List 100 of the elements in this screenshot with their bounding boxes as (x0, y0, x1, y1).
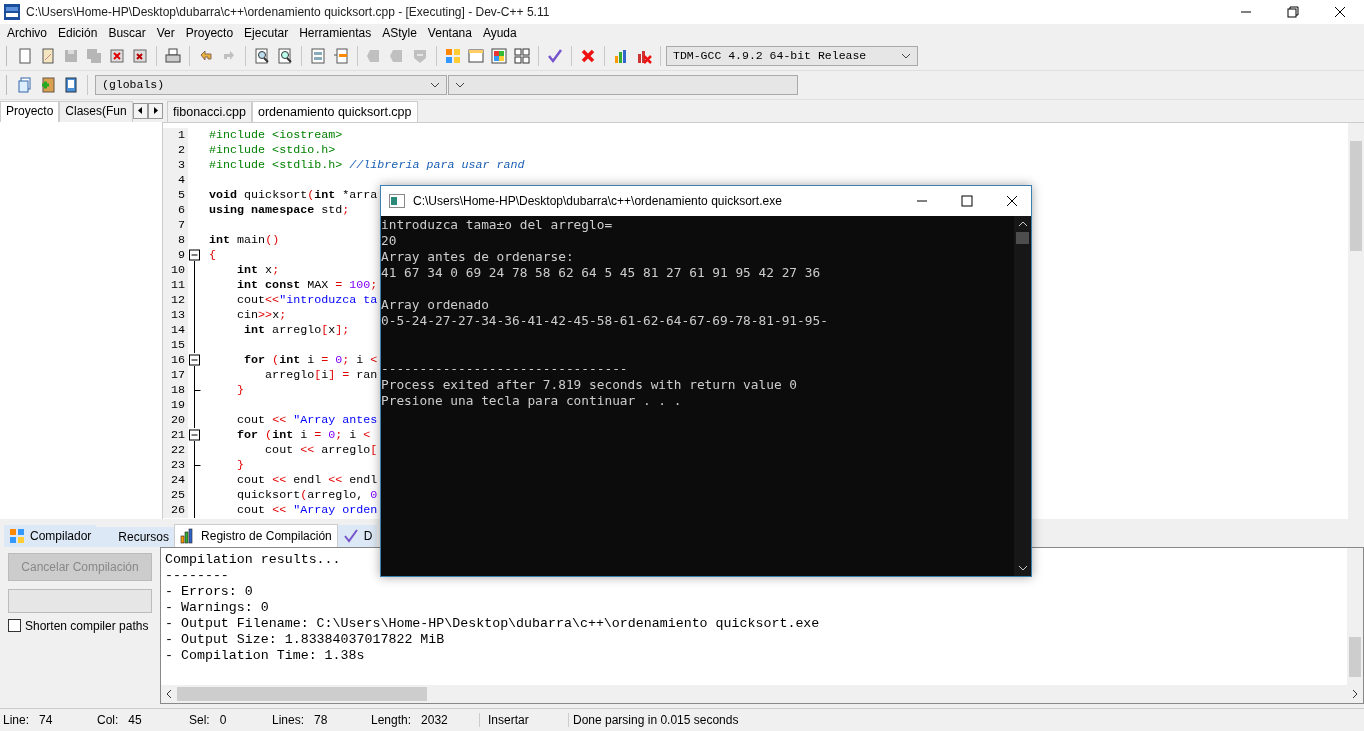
code-line: void quicksort(int *arra (209, 187, 378, 203)
restore-icon[interactable] (1287, 5, 1299, 18)
rebuild-icon (514, 47, 530, 64)
checkbox[interactable] (8, 619, 21, 632)
code-line: { (209, 247, 216, 263)
log-line: - Compilation Time: 1.38s (165, 647, 365, 664)
console-line: 41 67 34 0 69 24 78 58 62 64 5 45 81 27 61 91 95 42 27 36 (381, 265, 821, 280)
console-line: introduzca tama±o del arreglo= (381, 217, 613, 232)
panel-tab[interactable]: D (337, 524, 378, 547)
close-icon[interactable] (1006, 195, 1018, 207)
chevron-icon (455, 81, 465, 88)
code-line: cout << endl << endl (236, 472, 378, 488)
code-line: cout << "Array antes (236, 412, 378, 428)
file-tab[interactable]: fibonacci.cpp (167, 100, 252, 122)
save-all-icon (86, 47, 102, 64)
checkbox-label: Shorten compiler paths (25, 618, 149, 633)
code-line: #include <stdio.h> (209, 142, 336, 158)
window-title: C:\Users\Home-HP\Desktop\dubarra\c++\ordenamiento quicksort.cpp - [Executing] - Dev-C++ 5.11 (26, 4, 551, 19)
menu-item[interactable]: Buscar (103, 25, 152, 40)
chevron-icon (901, 52, 911, 59)
status-label: Col: (97, 713, 119, 728)
indent-icon (310, 47, 326, 64)
panel-tab[interactable]: Clases(Fun (59, 100, 133, 122)
status-message: Done parsing in 0.015 seconds (572, 713, 739, 728)
scrollbar-thumb[interactable] (177, 687, 427, 702)
menu-item[interactable]: Ver (151, 25, 181, 40)
menu-item[interactable]: Ayuda (477, 25, 523, 40)
maximize-icon[interactable] (961, 195, 973, 207)
right-arrow-icon (152, 107, 158, 115)
collapse-icon[interactable] (188, 427, 201, 443)
compile-run-icon (491, 47, 507, 64)
status-value: 0 (219, 713, 227, 728)
panel-tab[interactable]: Compilador (4, 524, 97, 547)
log-line: - Warnings: 0 (165, 599, 269, 616)
log-line: - Output Filename: C:\Users\Home-HP\Desktop\dubarra\c++\ordenamiento quicksort.exe (165, 615, 820, 632)
status-value: 2032 (421, 713, 448, 728)
chevron-icon (430, 81, 440, 88)
collapse-icon[interactable] (188, 247, 201, 263)
console-line: Array antes de ordenarse: (381, 249, 574, 264)
bar-chart-icon (613, 47, 629, 64)
console-line: 20 (381, 233, 397, 248)
scroll-left-icon[interactable] (165, 689, 173, 700)
code-line: cout << "Array orden (236, 502, 378, 518)
console-line: Presione una tecla para continuar . . . (381, 393, 682, 408)
add-file-icon (40, 76, 56, 93)
menu-item[interactable]: Edición (53, 25, 104, 40)
panel-tab[interactable]: Registro de Compilación (174, 523, 338, 547)
scroll-right-icon[interactable] (1351, 689, 1359, 700)
scrollbar-thumb[interactable] (1350, 140, 1362, 251)
bookmark-icon (389, 47, 405, 64)
console-line: 0-5-24-27-27-34-36-41-42-45-58-61-62-64-67-69-78-81-91-95- (381, 313, 828, 328)
code-line: arreglo[i] = ran (264, 367, 378, 383)
code-line: #include <iostream> (209, 127, 343, 143)
log-line: - Output Size: 1.83384037017822 MiB (165, 631, 445, 648)
panel-tab[interactable]: Recursos (96, 526, 175, 547)
scrollbar-thumb[interactable] (1016, 232, 1029, 244)
menu-item[interactable]: Archivo (2, 25, 53, 40)
console-line: Array ordenado (381, 297, 489, 312)
console-title: C:\Users\Home-HP\Desktop\dubarra\c++\ordenamiento quicksort.exe (413, 194, 783, 208)
code-line: cin>>x; (236, 307, 287, 323)
compiler-select[interactable]: TDM-GCC 4.9.2 64-bit Release (666, 45, 918, 66)
scroll-down-icon[interactable] (1017, 564, 1028, 572)
book-icon (63, 76, 79, 93)
checkmark-icon (547, 47, 563, 64)
menu-item[interactable]: Proyecto (180, 25, 240, 40)
code-line: int x; (236, 262, 280, 278)
collapse-icon[interactable] (188, 352, 201, 368)
stop-icon (580, 47, 596, 64)
console-line: -------------------------------- (381, 361, 628, 376)
checkmark-icon (342, 527, 359, 544)
menu-item[interactable]: AStyle (377, 25, 423, 40)
panel-tab[interactable]: Proyecto (0, 100, 60, 122)
code-line: for (int i = 0; i < (236, 427, 371, 443)
left-arrow-icon (137, 107, 143, 115)
scrollbar-thumb[interactable] (1349, 637, 1361, 678)
replace-icon (277, 47, 293, 64)
code-line: cout<<"introduzca ta (236, 292, 378, 308)
close-all-icon (132, 47, 148, 64)
code-line: } (236, 382, 245, 398)
open-file-icon (40, 47, 56, 64)
scope-select[interactable]: (globals) (95, 74, 447, 95)
status-label: Length: (371, 713, 412, 728)
console-icon (389, 194, 405, 208)
code-line: int main() (209, 232, 280, 248)
file-tab[interactable]: ordenamiento quicksort.cpp (251, 100, 418, 122)
console-line: Process exited after 7.819 seconds with return value 0 (381, 377, 798, 392)
compile-icon (445, 47, 461, 64)
line-number: 1 (163, 127, 188, 143)
menu-item[interactable]: Ventana (422, 25, 478, 40)
scroll-up-icon[interactable] (1017, 220, 1028, 228)
close-file-icon (109, 47, 125, 64)
code-line: cout << arreglo[ (264, 442, 378, 458)
status-value: 74 (39, 713, 53, 728)
run-icon (468, 47, 484, 64)
close-icon[interactable] (1334, 5, 1346, 18)
bookmark-icon (366, 47, 382, 64)
menu-item[interactable]: Herramientas (294, 25, 378, 40)
menu-item[interactable]: Ejecutar (239, 25, 295, 40)
code-line: } (236, 457, 245, 473)
code-line: using namespace std; (209, 202, 350, 218)
